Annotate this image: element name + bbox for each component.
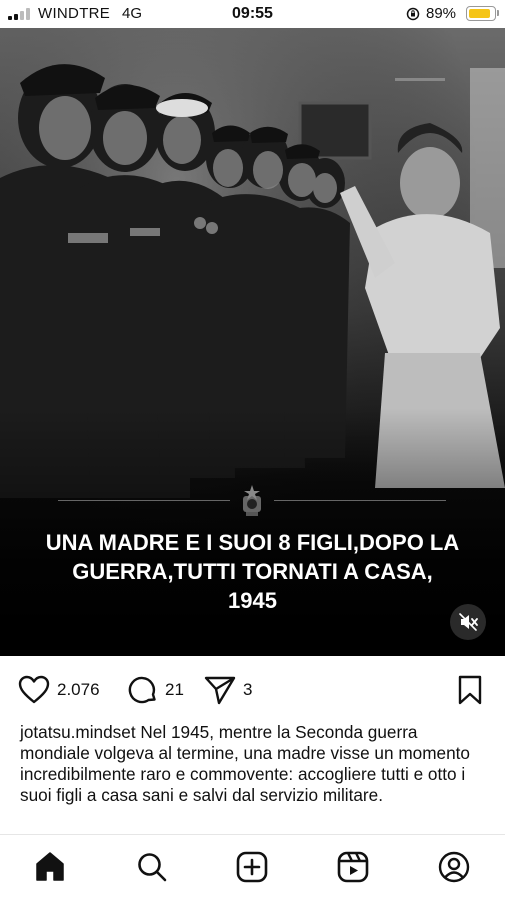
share-action[interactable]: 3 — [204, 674, 252, 706]
like-count: 2.076 — [57, 680, 100, 699]
profile-icon[interactable] — [438, 851, 470, 883]
send-icon[interactable] — [204, 675, 236, 705]
comment-icon[interactable] — [128, 675, 158, 705]
post-caption: jotatsu.mindset Nel 1945, mentre la Seco… — [20, 722, 490, 806]
battery-icon — [466, 6, 496, 21]
caption-divider-left — [58, 500, 230, 501]
mute-button[interactable] — [450, 604, 486, 640]
overlay-line-3: 1945 — [228, 588, 277, 613]
heart-icon[interactable] — [18, 675, 50, 705]
bookmark-icon[interactable] — [456, 675, 484, 705]
post-username[interactable]: jotatsu.mindset — [20, 722, 136, 742]
like-action[interactable]: 2.076 — [18, 674, 100, 706]
battery-percent: 89% — [426, 5, 457, 22]
reels-icon[interactable] — [337, 851, 369, 883]
nav-search[interactable] — [136, 851, 168, 883]
post-actions: 2.076 21 3 — [0, 668, 505, 712]
nav-create[interactable] — [236, 851, 268, 883]
overlay-line-1: UNA MADRE E I SUOI 8 FIGLI,DOPO LA — [45, 530, 460, 555]
status-bar: WINDTRE 4G 09:55 89% — [0, 0, 505, 28]
bottom-nav — [0, 834, 505, 900]
search-icon[interactable] — [136, 851, 168, 883]
emblem-icon — [243, 485, 261, 516]
orientation-lock-icon — [406, 7, 420, 21]
home-icon[interactable] — [34, 851, 66, 883]
muted-speaker-icon — [459, 613, 478, 631]
overlay-line-2: GUERRA,TUTTI TORNATI A CASA, — [72, 559, 433, 584]
create-icon[interactable] — [236, 851, 268, 883]
nav-reels[interactable] — [337, 851, 369, 883]
battery-cap — [497, 10, 499, 16]
overlay-caption: UNA MADRE E I SUOI 8 FIGLI,DOPO LA GUERR… — [20, 528, 485, 615]
battery-fill — [468, 8, 490, 18]
share-count: 3 — [243, 680, 253, 699]
comment-count: 21 — [165, 680, 184, 699]
nav-home[interactable] — [34, 851, 66, 883]
nav-profile[interactable] — [438, 851, 470, 883]
caption-divider-right — [274, 500, 446, 501]
post-media[interactable]: UNA MADRE E I SUOI 8 FIGLI,DOPO LA GUERR… — [0, 28, 505, 656]
comment-action[interactable]: 21 — [128, 674, 184, 706]
save-action[interactable] — [456, 674, 484, 706]
